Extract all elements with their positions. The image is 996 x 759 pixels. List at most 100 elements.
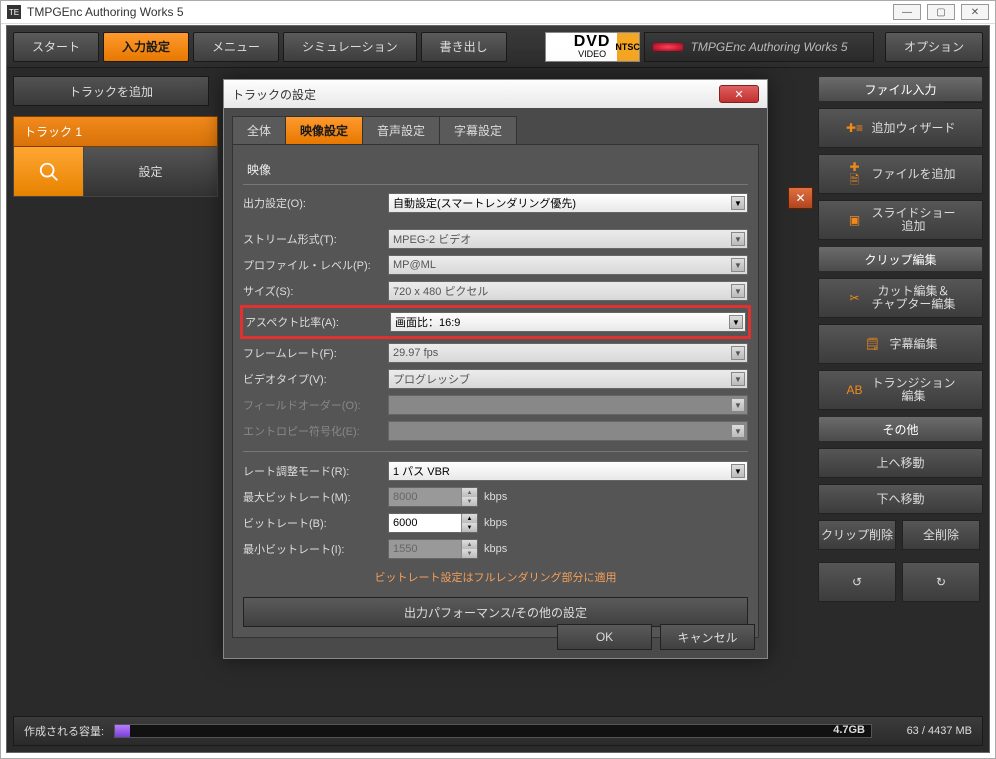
delete-all-button[interactable]: 全削除 bbox=[902, 520, 980, 550]
brand-text: TMPGEnc Authoring Works 5 bbox=[691, 40, 848, 54]
add-file-button[interactable]: ✚🗎ファイルを追加 bbox=[818, 154, 983, 194]
br-label: ビットレート(B): bbox=[243, 515, 388, 531]
minbr-unit: kbps bbox=[484, 543, 507, 555]
redo-icon: ↻ bbox=[936, 576, 946, 589]
minbr-label: 最小ビットレート(I): bbox=[243, 541, 388, 557]
field-label: フィールドオーダー(O): bbox=[243, 397, 388, 413]
maxbr-unit: kbps bbox=[484, 491, 507, 503]
tab-subtitle[interactable]: 字幕設定 bbox=[439, 116, 517, 144]
dropdown-arrow-icon: ▼ bbox=[731, 372, 745, 386]
scissors-icon: ✂ bbox=[846, 292, 864, 305]
redo-button[interactable]: ↻ bbox=[902, 562, 980, 602]
status-label: 作成される容量: bbox=[24, 723, 104, 739]
nav-start[interactable]: スタート bbox=[13, 32, 99, 62]
aspect-select[interactable]: 画面比：16:9▼ bbox=[390, 312, 746, 332]
fps-select[interactable]: 29.97 fps▼ bbox=[388, 343, 748, 363]
track-settings-dialog: トラックの設定 ✕ 全体 映像設定 音声設定 字幕設定 映像 出力設定(O): … bbox=[223, 79, 768, 659]
capacity-value: 4.7GB bbox=[833, 724, 865, 736]
row-output: 出力設定(O): 自動設定(スマートレンダリング優先)▼ bbox=[243, 191, 748, 215]
titlebar: TE TMPGEnc Authoring Works 5 — ▢ ✕ bbox=[1, 1, 995, 24]
dropdown-arrow-icon: ▼ bbox=[731, 398, 745, 412]
vtype-label: ビデオタイプ(V): bbox=[243, 371, 388, 387]
nav-input[interactable]: 入力設定 bbox=[103, 32, 189, 62]
bitrate-note: ビットレート設定はフルレンダリング部分に適用 bbox=[243, 563, 748, 591]
dropdown-arrow-icon: ▼ bbox=[731, 284, 745, 298]
track-preview-button[interactable] bbox=[14, 147, 84, 196]
app-title: TMPGEnc Authoring Works 5 bbox=[27, 5, 184, 19]
sidebar-head-file: ファイル入力 bbox=[818, 76, 983, 102]
stream-select[interactable]: MPEG-2 ビデオ▼ bbox=[388, 229, 748, 249]
maxbr-label: 最大ビットレート(M): bbox=[243, 489, 388, 505]
move-up-button[interactable]: 上へ移動 bbox=[818, 448, 983, 478]
size-select[interactable]: 720 x 480 ピクセル▼ bbox=[388, 281, 748, 301]
cancel-button[interactable]: キャンセル bbox=[660, 624, 755, 650]
dropdown-arrow-icon: ▼ bbox=[731, 232, 745, 246]
add-track-button[interactable]: トラックを追加 bbox=[13, 76, 209, 106]
transition-edit-button[interactable]: ABトランジション 編集 bbox=[818, 370, 983, 410]
rate-label: レート調整モード(R): bbox=[243, 463, 388, 479]
add-wizard-button[interactable]: ✚≡追加ウィザード bbox=[818, 108, 983, 148]
nav-option[interactable]: オプション bbox=[885, 32, 983, 62]
subtitle-edit-button[interactable]: 🗒字幕編集 bbox=[818, 324, 983, 364]
dropdown-arrow-icon: ▼ bbox=[731, 258, 745, 272]
track-name[interactable]: トラック 1 bbox=[13, 116, 218, 147]
tab-all[interactable]: 全体 bbox=[232, 116, 286, 144]
track-close-button[interactable]: ✕ bbox=[788, 187, 813, 209]
undo-icon: ↺ bbox=[852, 576, 862, 589]
spinner-buttons[interactable]: ▲▼ bbox=[461, 514, 477, 532]
dialog-tabs: 全体 映像設定 音声設定 字幕設定 bbox=[224, 108, 767, 144]
stream-label: ストリーム形式(T): bbox=[243, 231, 388, 247]
app-icon: TE bbox=[7, 5, 21, 19]
close-button[interactable]: ✕ bbox=[961, 4, 989, 20]
transition-icon: AB bbox=[845, 384, 863, 397]
maximize-button[interactable]: ▢ bbox=[927, 4, 955, 20]
capacity-progress: 4.7GB bbox=[114, 724, 872, 738]
rate-select[interactable]: 1 パス VBR▼ bbox=[388, 461, 748, 481]
aspect-highlight: アスペクト比率(A):画面比：16:9▼ bbox=[240, 305, 751, 339]
format-badge[interactable]: DVD VIDEO NTSC bbox=[545, 32, 640, 62]
format-dvd-label: DVD bbox=[574, 35, 611, 49]
fps-label: フレームレート(F): bbox=[243, 345, 388, 361]
performance-button[interactable]: 出力パフォーマンス/その他の設定 bbox=[243, 597, 748, 627]
cut-edit-button[interactable]: ✂カット編集＆ チャプター編集 bbox=[818, 278, 983, 318]
sidebar-head-clip: クリップ編集 bbox=[818, 246, 983, 272]
ok-button[interactable]: OK bbox=[557, 624, 652, 650]
tab-audio[interactable]: 音声設定 bbox=[362, 116, 440, 144]
tab-video[interactable]: 映像設定 bbox=[285, 116, 363, 144]
output-select[interactable]: 自動設定(スマートレンダリング優先)▼ bbox=[388, 193, 748, 213]
undo-button[interactable]: ↺ bbox=[818, 562, 896, 602]
dialog-close-button[interactable]: ✕ bbox=[719, 85, 759, 103]
delete-clip-button[interactable]: クリップ削除 bbox=[818, 520, 896, 550]
size-label: サイズ(S): bbox=[243, 283, 388, 299]
field-select: ▼ bbox=[388, 395, 748, 415]
sidebar-head-other: その他 bbox=[818, 416, 983, 442]
brand-banner: TMPGEnc Authoring Works 5 bbox=[644, 32, 874, 62]
nav-simulation[interactable]: シミュレーション bbox=[283, 32, 417, 62]
move-down-button[interactable]: 下へ移動 bbox=[818, 484, 983, 514]
dialog-footer: OK キャンセル bbox=[557, 624, 755, 650]
mb-value: 63 / 4437 MB bbox=[882, 725, 972, 737]
maxbr-input: 8000▲▼ bbox=[388, 487, 478, 507]
minimize-button[interactable]: — bbox=[893, 4, 921, 20]
br-unit: kbps bbox=[484, 517, 507, 529]
dropdown-arrow-icon: ▼ bbox=[731, 464, 745, 478]
format-ntsc-label: NTSC bbox=[617, 33, 639, 61]
subtitle-icon: 🗒 bbox=[863, 338, 881, 351]
main-toolbar: スタート 入力設定 メニュー シミュレーション 書き出し DVD VIDEO N… bbox=[7, 26, 989, 68]
led-icon bbox=[653, 43, 683, 51]
track-settings-button[interactable]: 設定 bbox=[84, 147, 217, 196]
nav-export[interactable]: 書き出し bbox=[421, 32, 507, 62]
magnifier-icon bbox=[38, 161, 60, 183]
vtype-select[interactable]: プログレッシブ▼ bbox=[388, 369, 748, 389]
app-window: TE TMPGEnc Authoring Works 5 — ▢ ✕ スタート … bbox=[0, 0, 996, 759]
progress-fill bbox=[115, 725, 130, 737]
br-input[interactable]: 6000▲▼ bbox=[388, 513, 478, 533]
aspect-label: アスペクト比率(A): bbox=[245, 314, 390, 330]
slideshow-button[interactable]: ▣スライドショー 追加 bbox=[818, 200, 983, 240]
dialog-content: 映像 出力設定(O): 自動設定(スマートレンダリング優先)▼ ストリーム形式(… bbox=[232, 144, 759, 638]
track-panel: トラック 1 設定 bbox=[13, 116, 218, 216]
nav-menu[interactable]: メニュー bbox=[193, 32, 279, 62]
profile-select[interactable]: MP@ML▼ bbox=[388, 255, 748, 275]
dropdown-arrow-icon: ▼ bbox=[731, 424, 745, 438]
dropdown-arrow-icon: ▼ bbox=[731, 196, 745, 210]
